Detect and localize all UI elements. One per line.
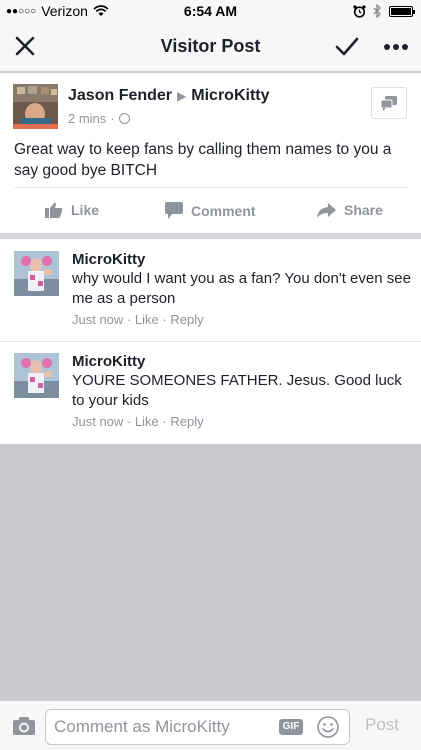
separator-dot: · — [162, 414, 167, 429]
comment-item: MicroKitty YOURE SOMEONES FATHER. Jesus.… — [0, 342, 421, 444]
avatar[interactable] — [13, 84, 58, 129]
post-time[interactable]: 2 mins — [68, 111, 106, 126]
comment-composer: GIF Post — [0, 700, 421, 750]
comment-author[interactable]: MicroKitty — [72, 251, 145, 268]
comment-meta: Just now · Like · Reply — [72, 312, 204, 327]
comment-reply-link[interactable]: Reply — [170, 414, 203, 429]
microkitty-avatar-image — [14, 251, 59, 296]
battery-icon — [389, 5, 415, 17]
share-button[interactable]: Share — [317, 202, 383, 218]
bluetooth-icon — [373, 4, 381, 18]
comment-like-link[interactable]: Like — [135, 414, 159, 429]
comment-text: why would I want you as a fan? You don't… — [72, 270, 411, 307]
avatar[interactable] — [14, 353, 59, 398]
alarm-icon — [353, 4, 366, 18]
post-author-line: Jason Fender ▶ MicroKitty — [68, 87, 270, 105]
visitor-post: Jason Fender ▶ MicroKitty 2 mins · Great… — [0, 73, 421, 233]
separator-dot: · — [126, 312, 132, 327]
comment-label: Comment — [191, 202, 256, 219]
status-right — [353, 4, 415, 18]
more-options-icon[interactable] — [383, 42, 409, 52]
like-button[interactable]: Like — [45, 202, 99, 218]
comments-section: MicroKitty why would I want you as a fan… — [0, 239, 421, 444]
separator-dot: · — [162, 312, 167, 327]
comment-input[interactable] — [54, 716, 269, 738]
post-text: Great way to keep fans by calling them n… — [14, 141, 392, 179]
comment-time: Just now — [72, 312, 124, 327]
globe-icon — [118, 113, 130, 124]
message-button[interactable] — [371, 87, 407, 119]
comment-icon — [165, 202, 183, 219]
like-label: Like — [71, 202, 100, 218]
status-bar: ●●○○○ Verizon 6:54 AM — [0, 0, 421, 22]
comment-time: Just now — [72, 414, 124, 429]
comment-meta: Just now · Like · Reply — [72, 414, 204, 429]
post-author[interactable]: Jason Fender — [68, 87, 172, 105]
comment-author[interactable]: MicroKitty — [72, 353, 145, 370]
comment-box: GIF — [45, 709, 350, 745]
checkmark-icon[interactable] — [334, 34, 360, 60]
post-button[interactable]: Post — [365, 715, 399, 735]
avatar[interactable] — [14, 251, 59, 296]
separator-dot: · — [126, 414, 132, 429]
message-icon — [380, 96, 397, 111]
post-actions: Like Comment Share — [0, 188, 421, 233]
thumbs-up-icon — [45, 202, 63, 218]
right-arrow-icon: ▶ — [177, 89, 187, 103]
comment-item: MicroKitty why would I want you as a fan… — [0, 239, 421, 341]
nav-bar: Visitor Post — [0, 22, 421, 72]
comment-text: YOURE SOMEONES FATHER. Jesus. Good luck … — [72, 372, 402, 409]
separator-dot: · — [110, 111, 115, 126]
camera-icon[interactable] — [12, 715, 36, 737]
comment-reply-link[interactable]: Reply — [170, 312, 203, 327]
close-icon[interactable] — [12, 33, 38, 59]
share-label: Share — [344, 202, 383, 218]
post-meta: 2 mins · — [68, 111, 130, 126]
share-icon — [317, 202, 336, 218]
jason-avatar-image — [13, 84, 58, 129]
gif-button[interactable]: GIF — [279, 719, 303, 735]
microkitty-avatar-image — [14, 353, 59, 398]
smiley-icon[interactable] — [316, 715, 340, 739]
comment-button[interactable]: Comment — [165, 202, 256, 219]
post-target[interactable]: MicroKitty — [191, 87, 269, 105]
comment-like-link[interactable]: Like — [135, 312, 159, 327]
empty-area — [0, 444, 421, 700]
